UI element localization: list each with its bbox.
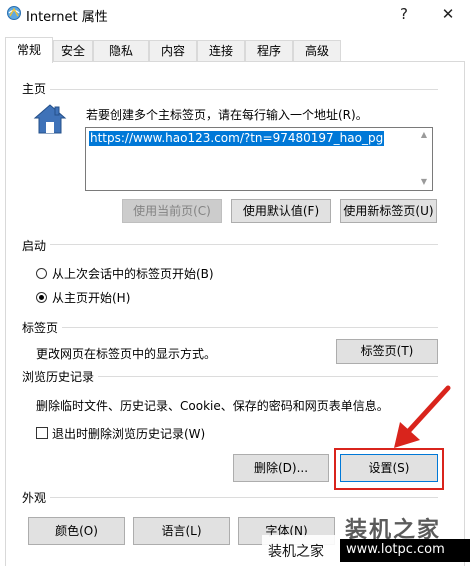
history-group-header: 浏览历史记录: [22, 370, 95, 384]
appearance-group-header: 外观: [22, 491, 47, 505]
delete-history-button[interactable]: 删除(D)...: [233, 454, 329, 482]
home-page-url: https://www.hao123.com/?tn=97480197_hao_…: [89, 131, 385, 146]
tab-advanced[interactable]: 高级: [293, 40, 341, 61]
home-hint: 若要创建多个主标签页，请在每行输入一个地址(R)。: [86, 108, 368, 122]
tabs-desc: 更改网页在标签页中的显示方式。: [36, 347, 217, 361]
colors-button[interactable]: 颜色(O): [28, 517, 125, 545]
use-default-button[interactable]: 使用默认值(F): [231, 199, 331, 223]
tab-connections[interactable]: 连接: [197, 40, 245, 61]
window-title: Internet 属性: [26, 10, 108, 25]
tab-content[interactable]: 内容: [149, 40, 197, 61]
home-icon: [33, 104, 67, 134]
history-desc: 删除临时文件、历史记录、Cookie、保存的密码和网页表单信息。: [36, 399, 389, 413]
startup-group-header: 启动: [22, 239, 47, 253]
internet-options-icon: [7, 6, 21, 20]
home-divider: [50, 89, 438, 90]
scroll-down-icon[interactable]: ▼: [418, 177, 430, 186]
home-group-header: 主页: [22, 82, 47, 96]
tab-general[interactable]: 常规: [5, 37, 53, 63]
last-session-label[interactable]: 从上次会话中的标签页开始(B): [52, 265, 214, 282]
appearance-divider: [50, 497, 438, 498]
tabs-group-header: 标签页: [22, 321, 59, 335]
tab-privacy[interactable]: 隐私: [93, 40, 149, 61]
scroll-up-icon[interactable]: ▲: [418, 130, 430, 139]
delete-on-exit-label[interactable]: 退出时删除浏览历史记录(W): [52, 425, 205, 442]
close-button[interactable]: ✕: [430, 1, 466, 27]
tabs-divider: [62, 327, 438, 328]
startup-divider: [50, 244, 438, 245]
history-divider: [98, 376, 438, 377]
tabs-settings-button[interactable]: 标签页(T): [336, 339, 438, 364]
annotation-highlight-box: [334, 448, 444, 490]
annotation-arrow-icon: [394, 385, 451, 448]
start-home-radio[interactable]: [36, 292, 47, 303]
delete-on-exit-checkbox[interactable]: [36, 427, 48, 439]
tab-programs[interactable]: 程序: [245, 40, 293, 61]
watermark-url: www.lotpc.com: [346, 542, 445, 557]
tab-security[interactable]: 安全: [53, 40, 93, 61]
watermark-site-name: 装机之家: [268, 544, 324, 560]
last-session-radio[interactable]: [36, 268, 47, 279]
use-new-tab-button[interactable]: 使用新标签页(U): [340, 199, 437, 223]
use-current-button[interactable]: 使用当前页(C): [122, 199, 222, 223]
watermark-banner: 装机之家 www.lotpc.com: [262, 535, 472, 566]
start-home-label[interactable]: 从主页开始(H): [52, 289, 130, 306]
help-button[interactable]: ?: [386, 1, 422, 27]
languages-button[interactable]: 语言(L): [133, 517, 230, 545]
